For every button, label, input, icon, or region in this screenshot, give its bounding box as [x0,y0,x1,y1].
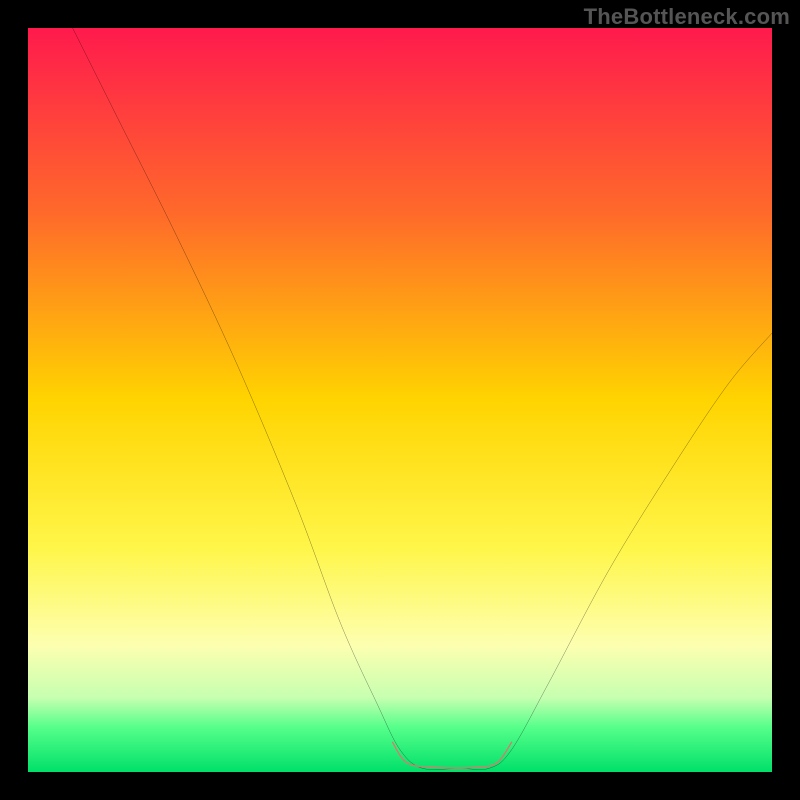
watermark-text: TheBottleneck.com [584,4,790,30]
chart-frame: TheBottleneck.com [0,0,800,800]
gradient-background [28,28,772,772]
chart-plot [28,28,772,772]
